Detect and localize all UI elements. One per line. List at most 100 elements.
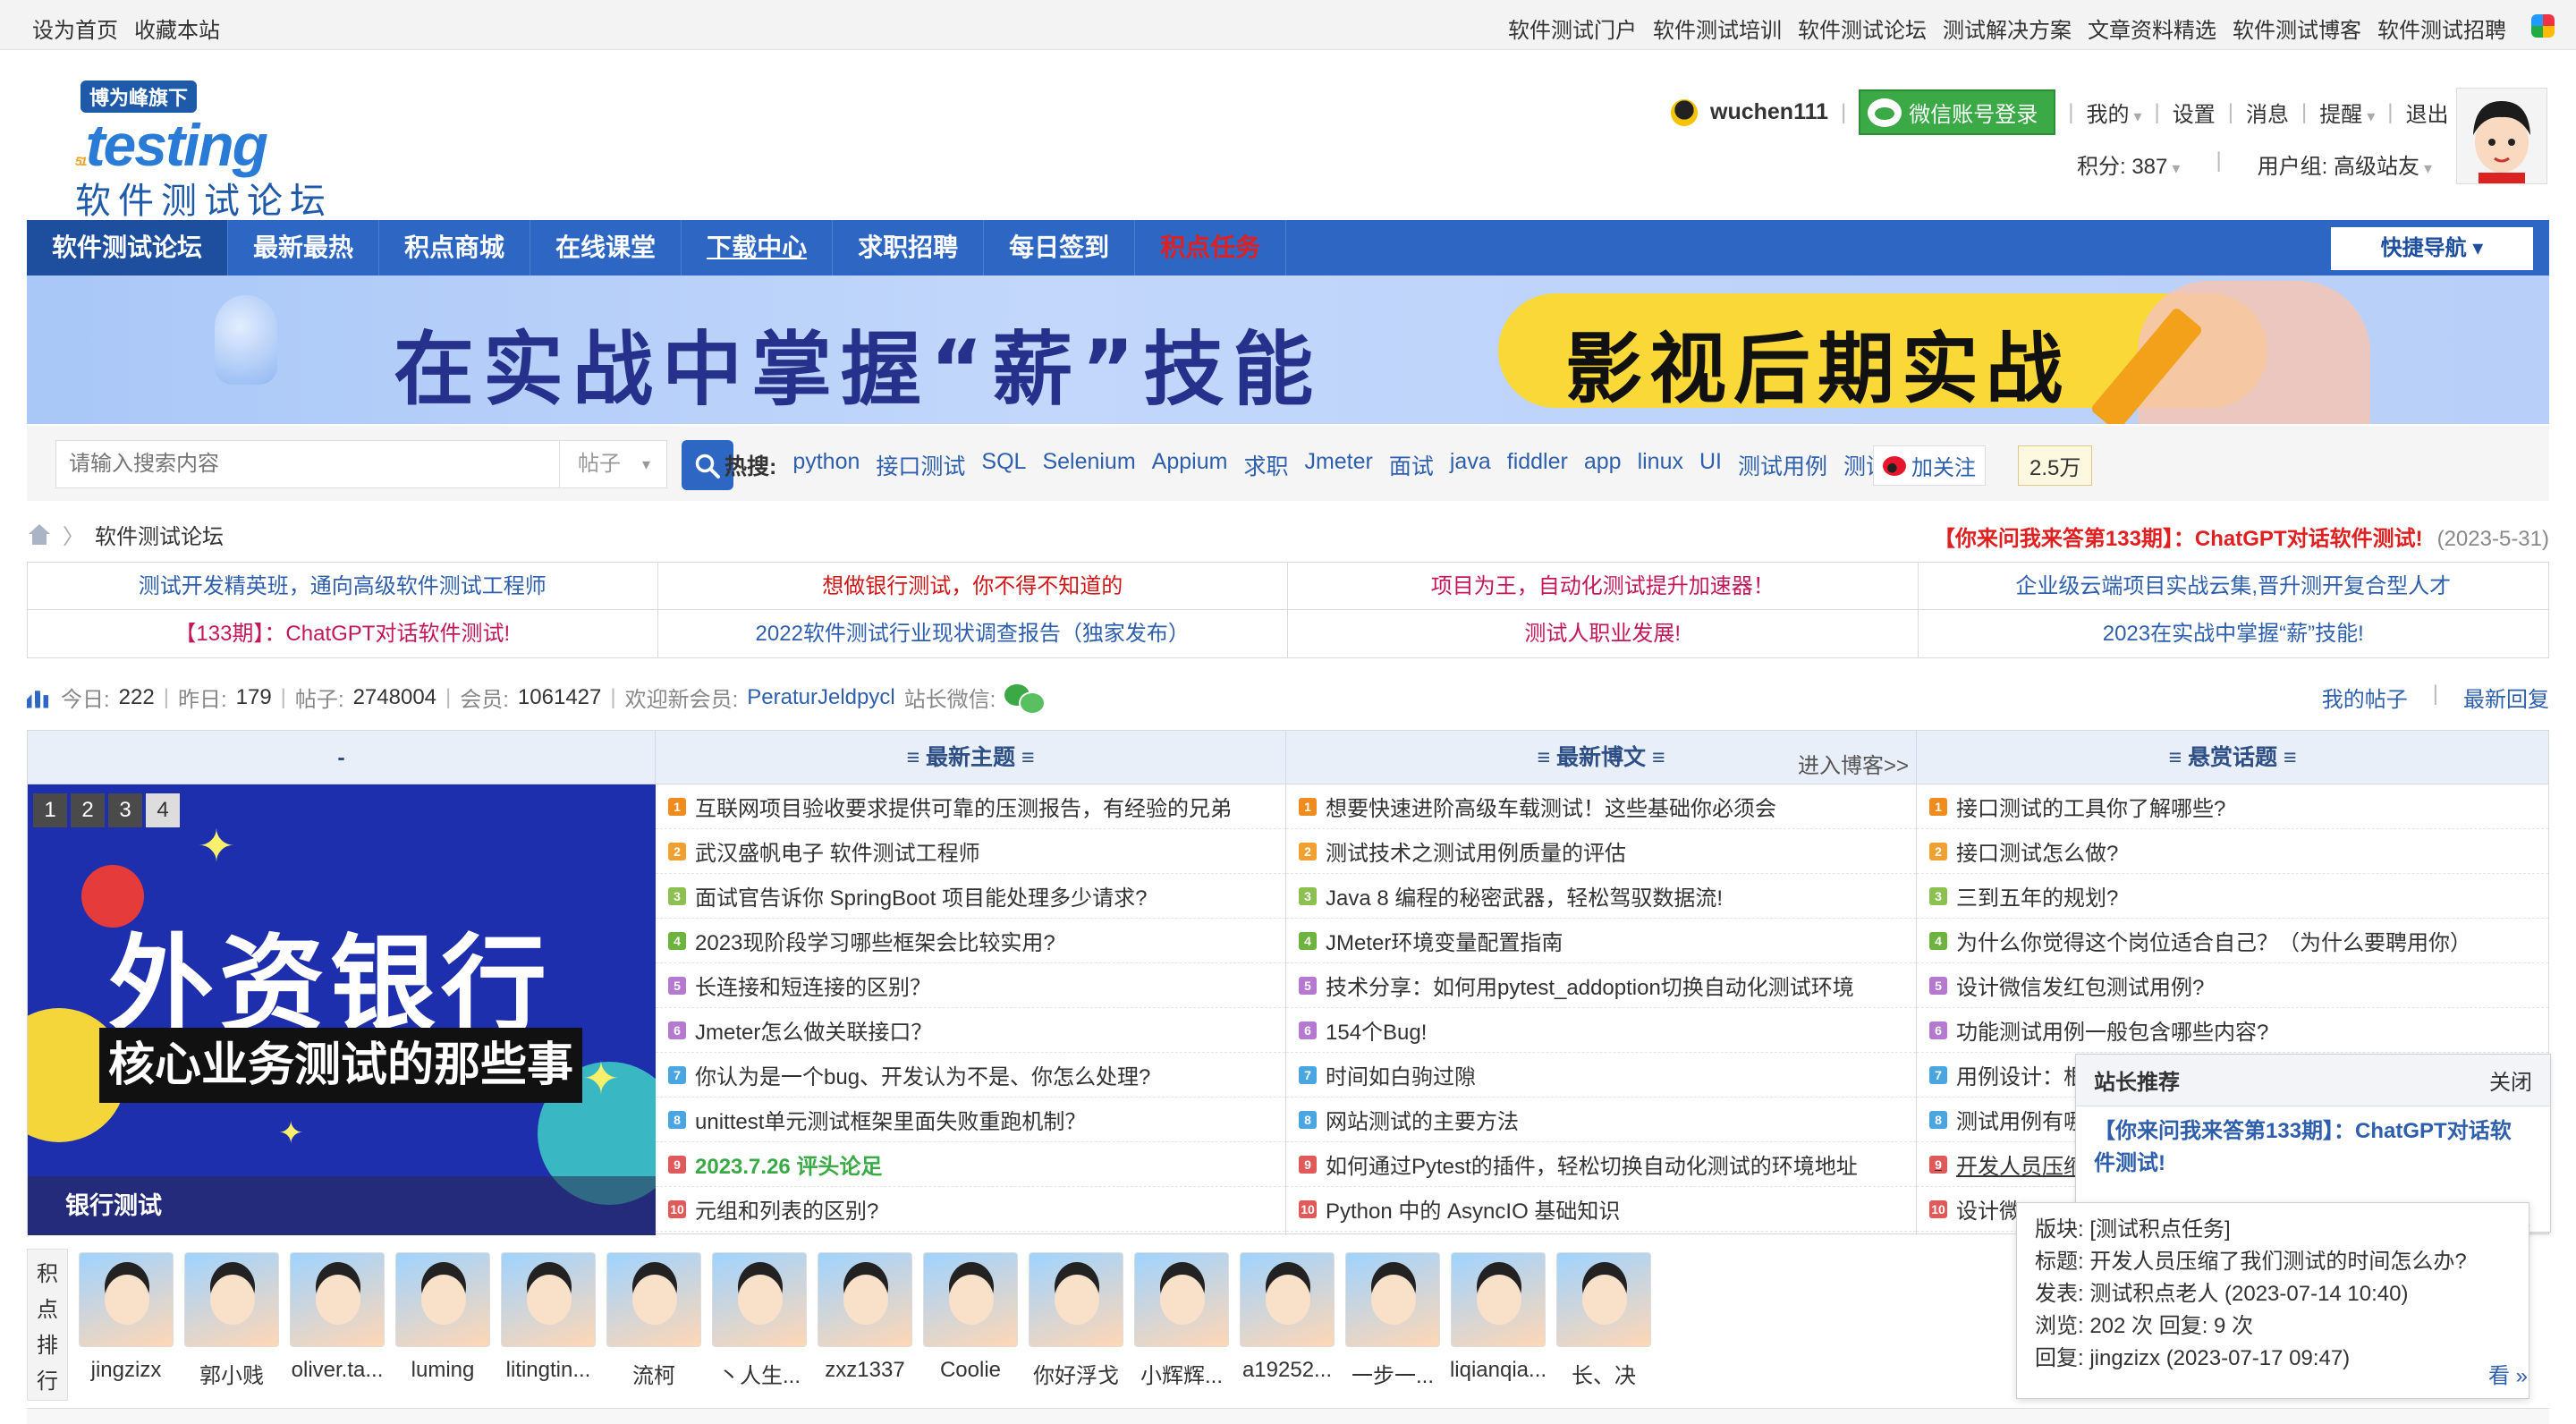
ranked-user[interactable]: 你好浮戈 bbox=[1023, 1249, 1129, 1389]
ranked-user[interactable]: Coolie bbox=[918, 1249, 1023, 1389]
carousel-dot-active[interactable]: 4 bbox=[146, 793, 180, 827]
featured-link[interactable]: 测试人职业发展! bbox=[1288, 610, 1919, 657]
latest-reply-link[interactable]: 最新回复 bbox=[2463, 682, 2549, 713]
hot-term[interactable]: Jmeter bbox=[1304, 449, 1372, 481]
hot-term[interactable]: python bbox=[792, 449, 860, 481]
blog-item[interactable]: 2 测试技术之测试用例质量的评估 bbox=[1286, 829, 1916, 874]
bookmark-link[interactable]: 收藏本站 bbox=[134, 13, 220, 44]
ranked-user[interactable]: 长、决 bbox=[1551, 1249, 1657, 1389]
top-link-portal[interactable]: 软件测试门户 bbox=[1508, 13, 1637, 44]
top-link-blog[interactable]: 软件测试博客 bbox=[2233, 13, 2361, 44]
featured-link[interactable]: 2023在实战中掌握“薪”技能! bbox=[1919, 610, 2549, 657]
bounty-item[interactable]: 4 为什么你觉得这个岗位适合自己？（为什么要聘用你） bbox=[1917, 919, 2548, 963]
carousel-dot[interactable]: 2 bbox=[71, 793, 105, 827]
bounty-item[interactable]: 6 功能测试用例一般包含哪些内容? bbox=[1917, 1008, 2548, 1053]
view-more-link[interactable]: 看 » bbox=[2488, 1358, 2528, 1389]
nav-online-class[interactable]: 在线课堂 bbox=[530, 220, 682, 275]
top-link-forum[interactable]: 软件测试论坛 bbox=[1798, 13, 1927, 44]
ranked-user[interactable]: litingtin... bbox=[496, 1249, 601, 1389]
ranked-user[interactable]: 郭小贱 bbox=[179, 1249, 284, 1389]
ranked-user[interactable]: jingzizx bbox=[73, 1249, 179, 1389]
topic-item[interactable]: 1 互联网项目验收要求提供可靠的压测报告，有经验的兄弟 bbox=[656, 784, 1285, 829]
topic-item[interactable]: 5 长连接和短连接的区别？ bbox=[656, 963, 1285, 1008]
my-menu[interactable]: 我的 bbox=[2087, 97, 2142, 128]
user-avatar[interactable] bbox=[2456, 88, 2547, 184]
blog-item[interactable]: 6 154个Bug! bbox=[1286, 1008, 1916, 1053]
site-logo[interactable]: 博为峰旗下 51testing 软件测试论坛 bbox=[75, 75, 343, 221]
ranked-user[interactable]: luming bbox=[390, 1249, 496, 1389]
username-link[interactable]: wuchen111 bbox=[1710, 99, 1828, 125]
carousel-dot[interactable]: 3 bbox=[108, 793, 142, 827]
newest-member-link[interactable]: PeraturJeldpycl bbox=[747, 685, 894, 710]
recommend-link[interactable]: 【你来问我来答第133期】：ChatGPT对话软件测试! bbox=[2076, 1106, 2550, 1189]
topic-item[interactable]: 2 武汉盛帆电子 软件测试工程师 bbox=[656, 829, 1285, 874]
quick-nav-button[interactable]: 快捷导航 ▾ bbox=[2331, 227, 2533, 270]
ranked-user[interactable]: 一步一... bbox=[1340, 1249, 1445, 1389]
blog-item[interactable]: 9 如何通过Pytest的插件，轻松切换自动化测试的环境地址 bbox=[1286, 1142, 1916, 1187]
blog-item[interactable]: 3 Java 8 编程的秘密武器，轻松驾驭数据流! bbox=[1286, 874, 1916, 919]
image-carousel[interactable]: ✦ ✦ ✦ 1 2 3 4 外资银行 核心业务测试的那些事 银行测试 bbox=[28, 784, 656, 1235]
hot-term[interactable]: Appium bbox=[1152, 449, 1228, 481]
topic-item[interactable]: 7 你认为是一个bug、开发认为不是、你怎么处理? bbox=[656, 1053, 1285, 1098]
hot-term[interactable]: SQL bbox=[981, 449, 1026, 481]
ranked-user[interactable]: oliver.ta... bbox=[284, 1249, 390, 1389]
weibo-follow-button[interactable]: 加关注 bbox=[1873, 445, 1986, 486]
hot-term[interactable]: Selenium bbox=[1042, 449, 1135, 481]
hot-term[interactable]: 求职 bbox=[1243, 449, 1288, 481]
blog-item[interactable]: 4 JMeter环境变量配置指南 bbox=[1286, 919, 1916, 963]
bounty-item[interactable]: 1 接口测试的工具你了解哪些? bbox=[1917, 784, 2548, 829]
home-icon[interactable] bbox=[27, 523, 52, 546]
featured-link[interactable]: 企业级云端项目实战云集,晋升测开复合型人才 bbox=[1918, 563, 2548, 610]
wechat-login-button[interactable]: 微信账号登录 bbox=[1859, 89, 2056, 135]
top-link-articles[interactable]: 文章资料精选 bbox=[2088, 13, 2216, 44]
ranked-user[interactable]: 流柯 bbox=[601, 1249, 707, 1389]
bounty-item[interactable]: 5 设计微信发红包测试用例? bbox=[1917, 963, 2548, 1008]
breadcrumb-current[interactable]: 软件测试论坛 bbox=[95, 519, 224, 550]
top-link-jobs[interactable]: 软件测试招聘 bbox=[2377, 13, 2506, 44]
blog-item[interactable]: 7 时间如白驹过隙 bbox=[1286, 1053, 1916, 1098]
hot-term[interactable]: 接口测试 bbox=[876, 449, 965, 481]
logout-link[interactable]: 退出 bbox=[2406, 97, 2449, 128]
blog-item[interactable]: 8 网站测试的主要方法 bbox=[1286, 1098, 1916, 1142]
ranked-user[interactable]: 丶人生... bbox=[707, 1249, 812, 1389]
top-link-training[interactable]: 软件测试培训 bbox=[1653, 13, 1782, 44]
topic-item[interactable]: 4 2023现阶段学习哪些框架会比较实用? bbox=[656, 919, 1285, 963]
nav-forum[interactable]: 软件测试论坛 bbox=[27, 220, 229, 275]
nav-downloads[interactable]: 下载中心 bbox=[682, 220, 834, 275]
nav-points-tasks[interactable]: 积点任务 bbox=[1135, 220, 1287, 275]
ranked-user[interactable]: 小辉辉... bbox=[1129, 1249, 1234, 1389]
nav-points-mall[interactable]: 积点商城 bbox=[379, 220, 531, 275]
promo-banner[interactable]: 在实战中掌握“薪”技能 影视后期实战 bbox=[27, 275, 2549, 424]
my-posts-link[interactable]: 我的帖子 bbox=[2322, 682, 2408, 713]
ranked-user[interactable]: a19252... bbox=[1234, 1249, 1340, 1389]
bounty-item[interactable]: 3 三到五年的规划? bbox=[1917, 874, 2548, 919]
hot-term[interactable]: fiddler bbox=[1507, 449, 1568, 481]
featured-link[interactable]: 【133期】：ChatGPT对话软件测试! bbox=[28, 610, 658, 657]
blog-item[interactable]: 10 Python 中的 AsyncIO 基础知识 bbox=[1286, 1187, 1916, 1232]
featured-link[interactable]: 想做银行测试，你不得不知道的 bbox=[657, 563, 1288, 610]
featured-link[interactable]: 2022软件测试行业现状调查报告（独家发布） bbox=[658, 610, 1288, 657]
points-menu[interactable]: 积分: 387 bbox=[2077, 148, 2180, 180]
hot-term[interactable]: linux bbox=[1638, 449, 1683, 481]
carousel-dot[interactable]: 1 bbox=[33, 793, 67, 827]
topic-item[interactable]: 9 2023.7.26 评头论足 bbox=[656, 1142, 1285, 1187]
nav-daily-checkin[interactable]: 每日签到 bbox=[984, 220, 1136, 275]
settings-link[interactable]: 设置 bbox=[2173, 97, 2216, 128]
user-group-menu[interactable]: 用户组: 高级站友 bbox=[2258, 148, 2432, 180]
topic-item[interactable]: 6 Jmeter怎么做关联接口？ bbox=[656, 1008, 1285, 1053]
blog-item[interactable]: 1 想要快速进阶高级车载测试！这些基础你必须会 bbox=[1286, 784, 1916, 829]
announcement-link[interactable]: 【你来问我来答第133期】：ChatGPT对话软件测试! bbox=[1934, 527, 2423, 551]
slide-caption[interactable]: 银行测试 bbox=[28, 1176, 656, 1235]
blog-item[interactable]: 5 技术分享：如何用pytest_addoption切换自动化测试环境 bbox=[1286, 963, 1916, 1008]
ranked-user[interactable]: zxz1337 bbox=[812, 1249, 918, 1389]
featured-link[interactable]: 项目为王，自动化测试提升加速器！ bbox=[1288, 563, 1919, 610]
hot-term[interactable]: java bbox=[1450, 449, 1491, 481]
set-homepage-link[interactable]: 设为首页 bbox=[32, 13, 118, 44]
hot-term[interactable]: 面试 bbox=[1389, 449, 1434, 481]
close-button[interactable]: 关闭 bbox=[2489, 1064, 2532, 1096]
top-link-solutions[interactable]: 测试解决方案 bbox=[1943, 13, 2072, 44]
hot-term[interactable]: UI bbox=[1699, 449, 1722, 481]
nav-latest-hot[interactable]: 最新最热 bbox=[228, 220, 380, 275]
reminders-menu[interactable]: 提醒 bbox=[2319, 97, 2375, 128]
search-input[interactable] bbox=[55, 440, 560, 488]
